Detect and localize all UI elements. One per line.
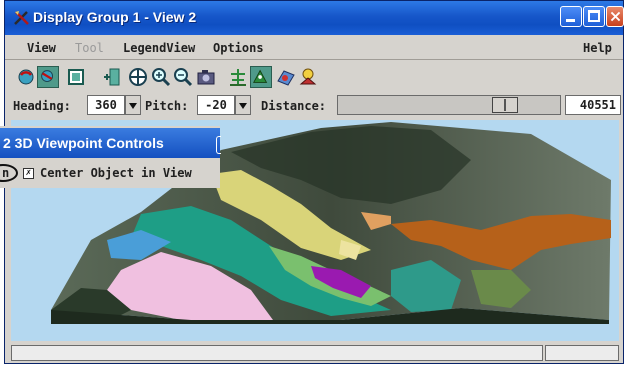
menu-tool[interactable]: Tool	[75, 41, 104, 55]
distance-slider[interactable]	[337, 95, 561, 115]
menu-options[interactable]: Options	[213, 41, 264, 55]
status-aux-field	[545, 345, 619, 361]
add-layer-icon[interactable]	[101, 66, 123, 88]
zoom-in-icon[interactable]	[150, 66, 172, 88]
snapshot-icon[interactable]	[195, 66, 217, 88]
menu-legendview[interactable]: LegendView	[123, 41, 195, 55]
pitch-dropdown-icon[interactable]	[235, 95, 251, 115]
status-bar	[11, 345, 619, 362]
heading-input[interactable]: 360	[87, 95, 125, 115]
distance-slider-thumb[interactable]	[492, 97, 518, 113]
center-object-row: n ✗ Center Object in View	[0, 162, 220, 186]
title-bar[interactable]: Display Group 1 - View 2	[5, 1, 624, 35]
center-object-label[interactable]: Center Object in View	[40, 166, 192, 180]
pitch-input[interactable]: -20	[197, 95, 235, 115]
distance-label: Distance:	[261, 99, 327, 113]
zoom-out-icon[interactable]	[172, 66, 194, 88]
viewpoint-3d-icon[interactable]	[250, 66, 272, 88]
toolbar	[5, 61, 623, 91]
menu-help[interactable]: Help	[583, 41, 612, 55]
frame-icon[interactable]	[65, 66, 87, 88]
pan-icon[interactable]	[127, 66, 149, 88]
minimize-icon[interactable]	[560, 6, 582, 27]
heading-label: Heading:	[13, 99, 71, 113]
status-message-field	[11, 345, 543, 361]
close-icon[interactable]	[606, 6, 624, 27]
maximize-icon[interactable]	[583, 6, 605, 27]
window-title: Display Group 1 - View 2	[33, 9, 197, 25]
dialog-title: 2 3D Viewpoint Controls	[3, 135, 164, 151]
rotate-view-icon[interactable]	[15, 66, 37, 88]
heading-dropdown-icon[interactable]	[125, 95, 141, 115]
distance-value[interactable]: 40551	[565, 95, 621, 115]
dialog-title-bar[interactable]: 2 3D Viewpoint Controls	[0, 128, 221, 158]
lighting-icon[interactable]	[297, 66, 319, 88]
viewpoint-controls-dialog: 2 3D Viewpoint Controls n ✗ Center Objec…	[0, 126, 221, 188]
highlight-circle-annotation	[0, 164, 18, 182]
pitch-label: Pitch:	[145, 99, 189, 113]
viewpoint-control-row: Heading: 360 Pitch: -20 Distance: 40551	[5, 92, 623, 118]
menu-bar: View Tool LegendView Options Help	[5, 35, 623, 60]
center-object-checkbox[interactable]: ✗	[23, 168, 34, 179]
tree-icon[interactable]	[227, 66, 249, 88]
tntmips-app-icon	[14, 11, 29, 25]
fly-view-icon[interactable]	[37, 66, 59, 88]
dialog-button-edge[interactable]	[216, 136, 221, 154]
menu-view[interactable]: View	[27, 41, 56, 55]
surface-icon[interactable]	[275, 66, 297, 88]
